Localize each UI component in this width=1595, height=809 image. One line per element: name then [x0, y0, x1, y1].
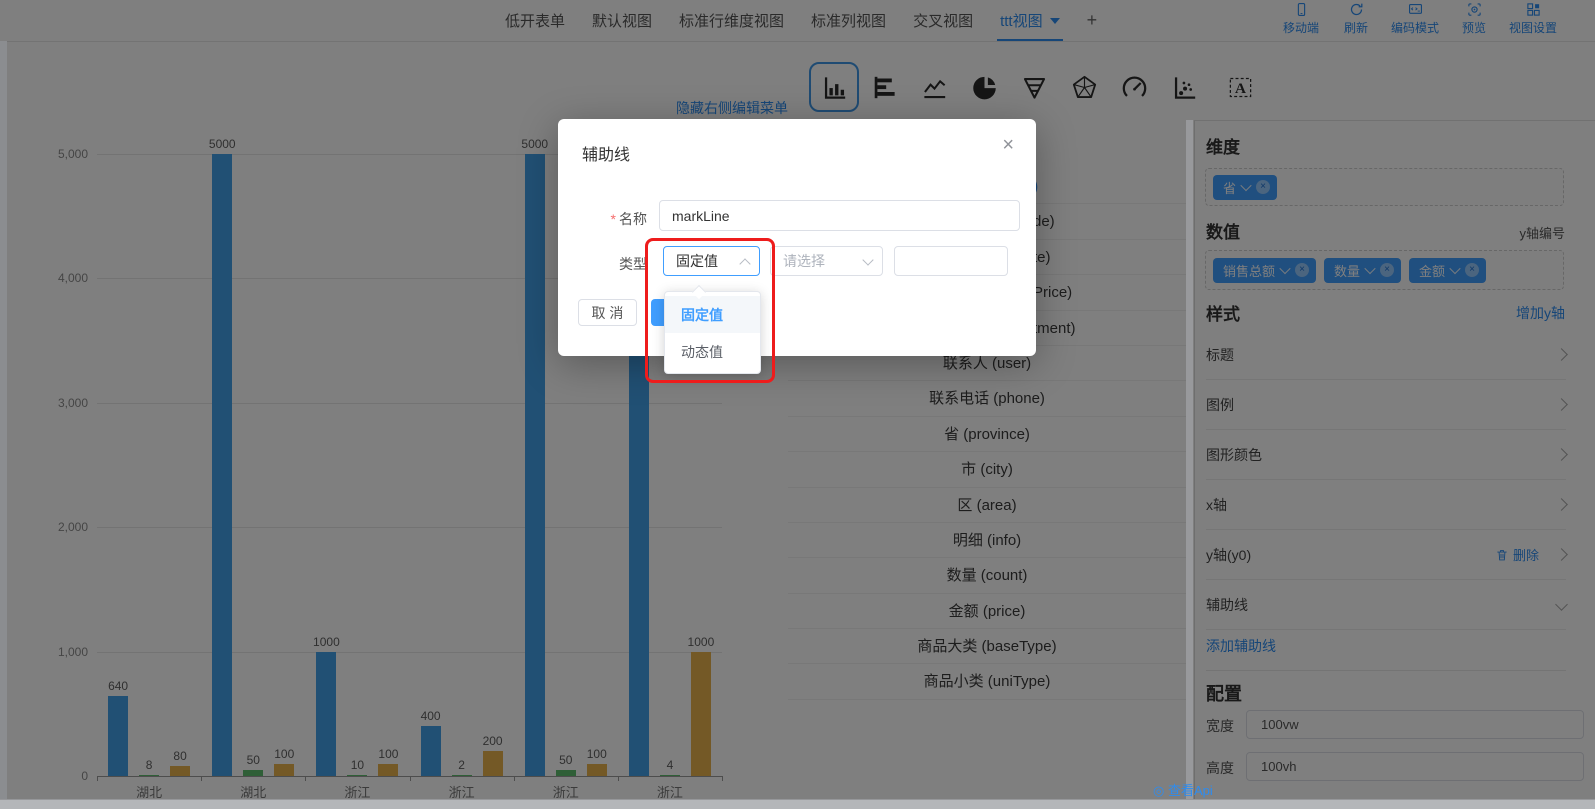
chevron-up-icon — [739, 258, 750, 269]
chevron-down-icon — [862, 254, 873, 265]
view-api-link[interactable]: ◎ 查看Api — [1153, 780, 1213, 799]
type-select[interactable]: 固定值 — [663, 246, 760, 276]
bottom-scrollbar[interactable] — [0, 799, 1595, 809]
dropdown-option-固定值[interactable]: 固定值 — [665, 296, 760, 333]
field-select[interactable]: 请选择 — [770, 246, 883, 276]
close-icon[interactable]: × — [1002, 135, 1014, 155]
middle-scrollbar[interactable] — [1186, 120, 1193, 799]
eye-icon: ◎ — [1153, 783, 1164, 798]
value-input[interactable] — [894, 246, 1008, 276]
cancel-button[interactable]: 取 消 — [578, 299, 637, 326]
left-scrollbar[interactable] — [0, 41, 7, 799]
dropdown-option-动态值[interactable]: 动态值 — [665, 333, 760, 370]
name-label: *名称 — [558, 209, 647, 229]
type-dropdown: 固定值动态值 — [664, 291, 761, 374]
type-label: 类型 — [558, 254, 647, 274]
app-root: 低开表单默认视图标准行维度视图标准列视图交叉视图ttt视图+ 移动端刷新编码模式… — [0, 0, 1595, 809]
dialog-title: 辅助线 — [582, 141, 630, 165]
name-input[interactable] — [659, 200, 1020, 231]
required-asterisk: * — [611, 211, 616, 227]
markline-dialog: 辅助线 × *名称 类型 固定值 请选择 确 定 取 消 — [558, 119, 1036, 356]
